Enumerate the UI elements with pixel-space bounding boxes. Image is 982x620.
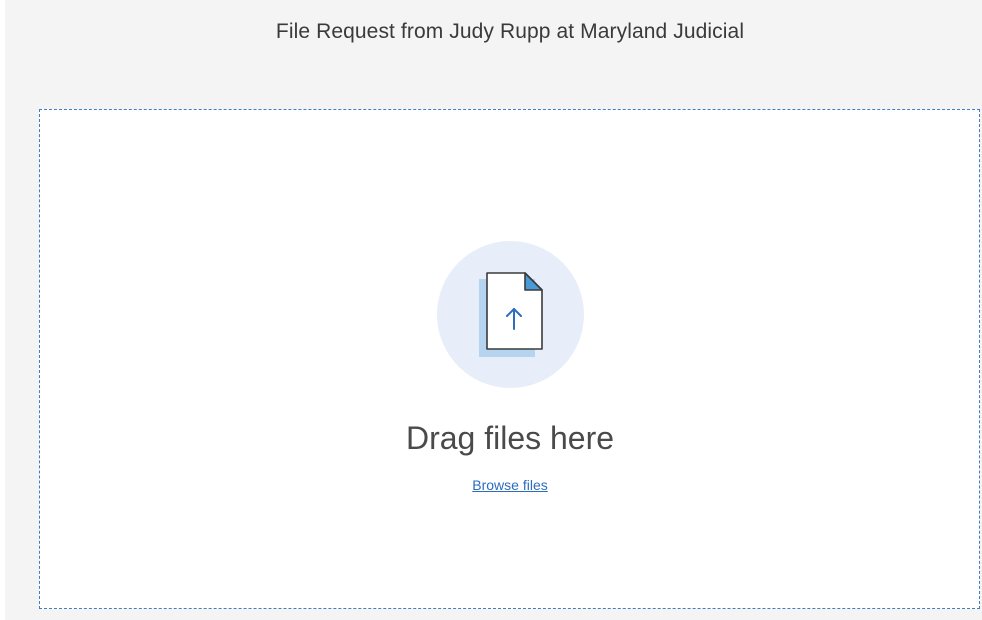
file-request-page: File Request from Judy Rupp at Maryland … [5,0,982,620]
file-upload-icon [479,272,543,357]
browse-files-container: Browse files [40,477,980,493]
file-dropzone[interactable]: Drag files here Browse files [39,109,980,609]
browse-files-link[interactable]: Browse files [472,477,547,493]
drag-files-label: Drag files here [405,420,615,456]
upload-illustration [437,241,584,388]
page-title: File Request from Judy Rupp at Maryland … [275,20,745,43]
